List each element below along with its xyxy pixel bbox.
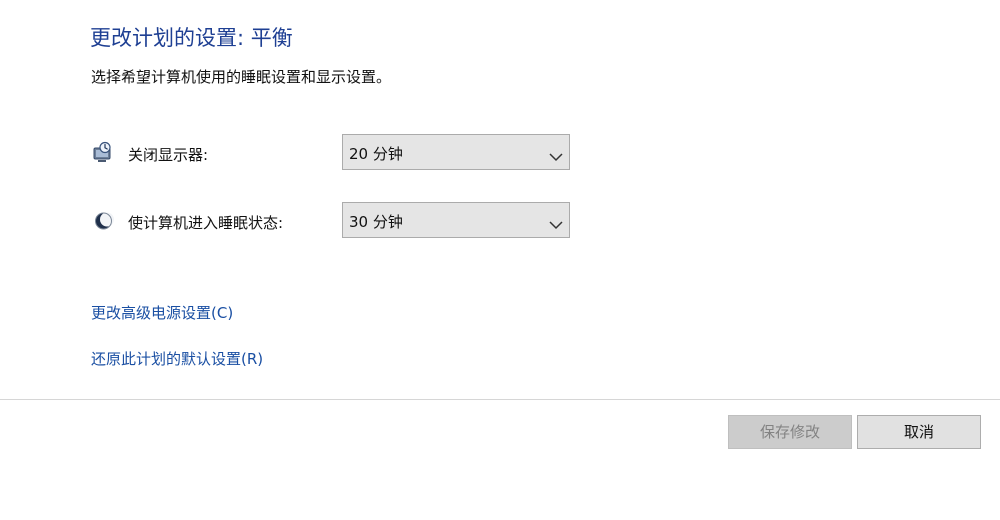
save-changes-button: 保存修改 [728, 415, 852, 449]
advanced-power-settings-link[interactable]: 更改高级电源设置(C) [91, 302, 233, 323]
chevron-down-icon [549, 147, 563, 162]
page-subtitle: 选择希望计算机使用的睡眠设置和显示设置。 [91, 68, 392, 86]
turn-off-display-label: 关闭显示器: [128, 146, 209, 164]
footer-divider [0, 399, 1000, 400]
moon-sleep-icon [92, 209, 116, 233]
turn-off-display-value: 20 分钟 [349, 145, 403, 163]
page-title: 更改计划的设置: 平衡 [90, 26, 293, 50]
sleep-row: 使计算机进入睡眠状态: 30 分钟 [90, 202, 580, 242]
chevron-down-icon [549, 215, 563, 230]
turn-off-display-row: 关闭显示器: 20 分钟 [90, 134, 580, 174]
sleep-value: 30 分钟 [349, 213, 403, 231]
monitor-clock-icon [92, 141, 116, 165]
restore-defaults-link[interactable]: 还原此计划的默认设置(R) [91, 348, 263, 369]
sleep-label: 使计算机进入睡眠状态: [128, 214, 284, 232]
sleep-select[interactable]: 30 分钟 [342, 202, 570, 238]
turn-off-display-select[interactable]: 20 分钟 [342, 134, 570, 170]
cancel-button[interactable]: 取消 [857, 415, 981, 449]
